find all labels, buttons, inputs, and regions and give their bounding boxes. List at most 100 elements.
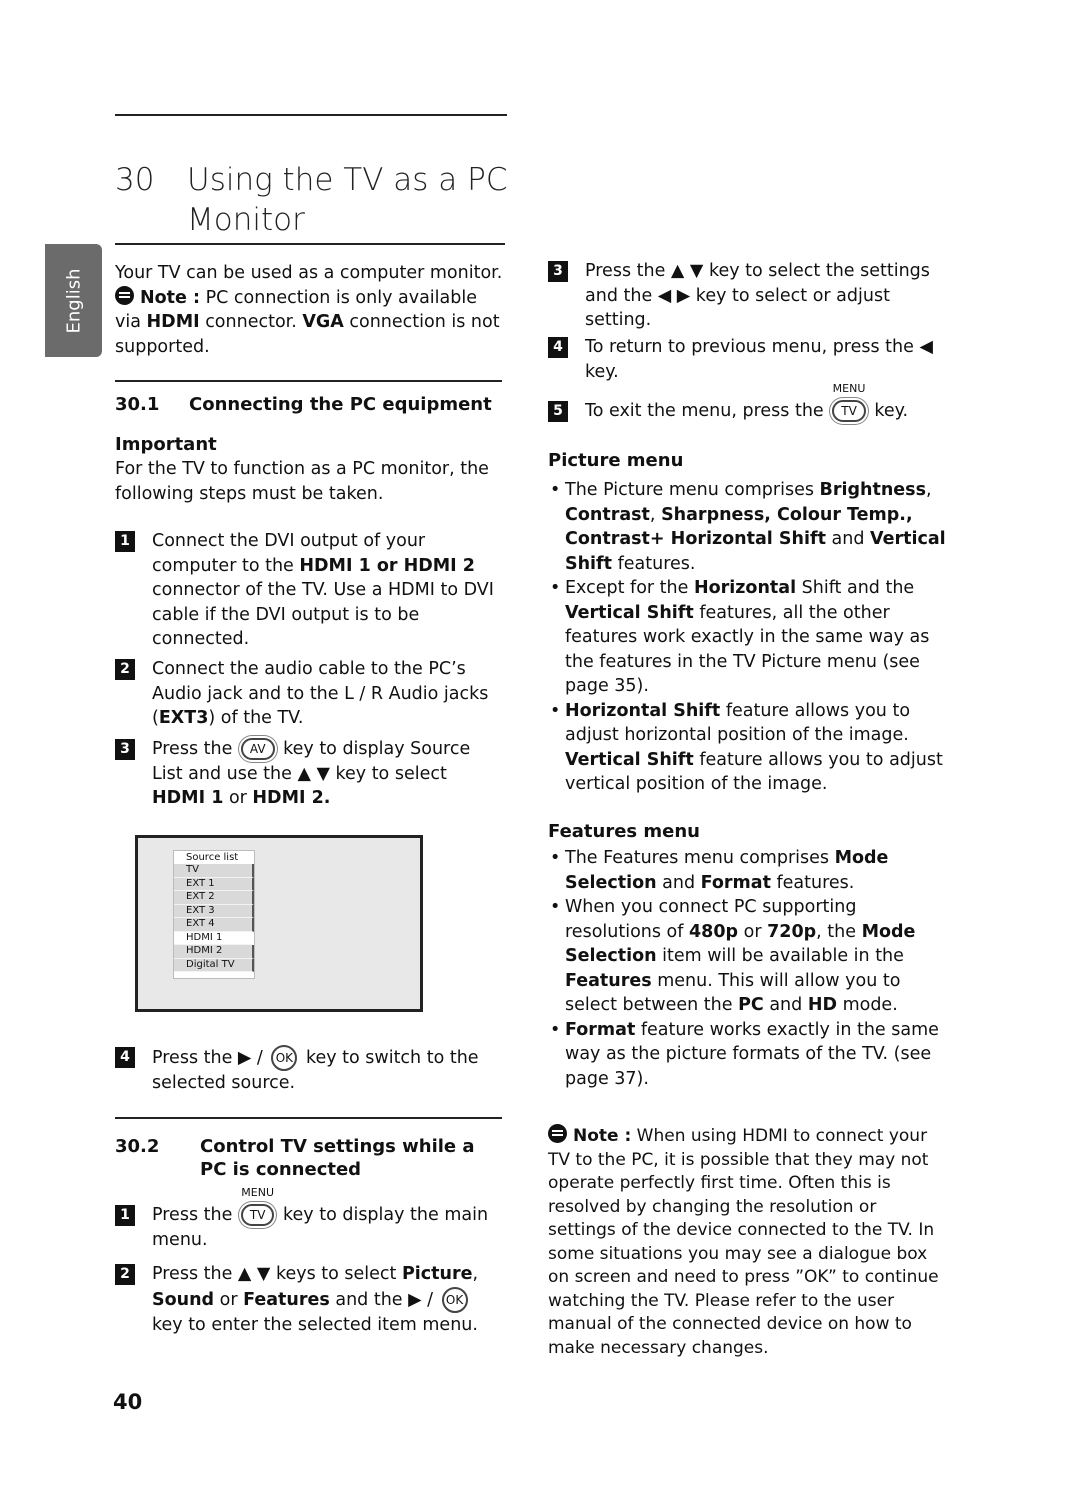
step-item: 2 Connect the audio cable to the PC’s Au… xyxy=(115,657,505,731)
note-bold: VGA xyxy=(302,312,344,332)
picture-menu-heading: Picture menu xyxy=(548,450,684,471)
item-text: The Features menu comprises xyxy=(565,848,835,868)
tv-screen-illustration: Source list TV EXT 1 EXT 2 EXT 3 EXT 4 H… xyxy=(135,835,423,1012)
menu-key-label: MENU xyxy=(241,1186,275,1199)
note-text: connector. xyxy=(199,312,303,332)
step-text: or xyxy=(214,1289,244,1310)
section-title: Connecting the PC equipment xyxy=(189,394,492,415)
note-icon xyxy=(548,1124,567,1143)
chapter-title-line1: Using the TV as a PC xyxy=(187,162,508,198)
step-badge: 4 xyxy=(115,1047,135,1068)
step-text: and the ▶ / xyxy=(329,1289,439,1310)
av-key-icon: AV xyxy=(240,738,275,760)
step-bold: Picture xyxy=(401,1264,473,1284)
item-text: or xyxy=(738,921,768,942)
source-list-footer xyxy=(174,972,254,978)
important-text: For the TV to function as a PC monitor, … xyxy=(115,459,489,504)
item-text: features. xyxy=(770,872,855,893)
step-text: or xyxy=(223,788,253,808)
list-item: The Picture menu comprises Brightness, C… xyxy=(548,478,948,576)
item-text: item will be available in the xyxy=(656,946,904,966)
note-label: Note : xyxy=(140,287,200,308)
step-bold: Features xyxy=(243,1289,330,1310)
intro-text: Your TV can be used as a computer monito… xyxy=(115,263,503,283)
item-bold: Contrast xyxy=(565,504,650,525)
step-item: 4 To return to previous menu, press the … xyxy=(548,335,948,384)
item-text: and xyxy=(656,872,701,893)
step-bold: HDMI 1 or HDMI 2 xyxy=(299,555,475,576)
step-text: ) of the TV. xyxy=(208,708,304,728)
step-text: connector of the TV. Use a HDMI to DVI c… xyxy=(152,580,494,649)
source-list-item: EXT 2 xyxy=(174,891,254,905)
step-text: To return to previous menu, press the ◀ … xyxy=(585,337,933,382)
list-item: Except for the Horizontal Shift and the … xyxy=(548,576,948,699)
item-bold: 720p xyxy=(767,921,817,942)
step-badge: 3 xyxy=(115,739,135,760)
chapter-number: 30 xyxy=(115,162,155,198)
page-number: 40 xyxy=(113,1390,143,1414)
step-text: Press the xyxy=(152,1205,238,1225)
item-text: , the xyxy=(816,921,862,942)
step-badge: 1 xyxy=(115,531,135,552)
item-bold: Vertical Shift xyxy=(565,602,694,623)
source-list-header: Source list xyxy=(174,851,254,864)
step-text: , xyxy=(472,1264,479,1284)
step-item: 2 Press the ▲ ▼ keys to select Picture, … xyxy=(115,1262,505,1337)
item-bold: Horizontal xyxy=(693,578,797,598)
important-label: Important xyxy=(115,434,217,455)
language-tab: English xyxy=(45,244,102,357)
step-badge: 4 xyxy=(548,337,568,358)
step-text: key to enter the selected item menu. xyxy=(152,1314,478,1335)
intro-paragraph: Your TV can be used as a computer monito… xyxy=(115,261,505,359)
item-text: and xyxy=(763,995,808,1015)
step-text: Press the xyxy=(152,739,238,759)
item-bold: Vertical Shift xyxy=(565,749,694,770)
top-rule xyxy=(115,114,507,116)
source-list-item: EXT 3 xyxy=(174,904,254,918)
step-text: Press the ▲ ▼ key to select the settings… xyxy=(585,261,930,330)
list-item: Format feature works exactly in the same… xyxy=(548,1018,948,1092)
section1-heading: 30.1 Connecting the PC equipment xyxy=(115,394,505,415)
item-text: The Picture menu comprises xyxy=(565,480,820,500)
item-bold: Horizontal Shift xyxy=(565,700,721,721)
source-list-item: EXT 1 xyxy=(174,877,254,891)
step-badge: 2 xyxy=(115,659,135,680)
item-bold: Features xyxy=(565,970,652,991)
section2-rule xyxy=(115,1117,502,1119)
source-list-item-selected: HDMI 1 xyxy=(174,931,254,945)
item-text: , xyxy=(926,480,932,500)
section1-rule xyxy=(115,380,502,382)
source-list-item: Digital TV xyxy=(174,958,254,972)
note-bold: HDMI xyxy=(146,312,200,332)
step-text: Press the ▶ / xyxy=(152,1048,269,1068)
step-bold: Sound xyxy=(152,1289,215,1310)
item-text: Except for the xyxy=(565,578,694,598)
section2-heading: 30.2 Control TV settings while a PC is co… xyxy=(115,1135,505,1181)
note-label: Note : xyxy=(573,1126,632,1146)
step-badge: 3 xyxy=(548,261,568,282)
step-item: 4 Press the ▶ / OK key to switch to the … xyxy=(115,1045,505,1096)
features-menu-list: The Features menu comprises Mode Selecti… xyxy=(548,846,948,1091)
source-list-item: HDMI 2 xyxy=(174,945,254,959)
intro-note: Note : PC connection is only available v… xyxy=(115,285,505,360)
menu-tv-key-icon: TV xyxy=(240,1204,275,1226)
item-bold: Format xyxy=(565,1019,636,1040)
source-list-menu: Source list TV EXT 1 EXT 2 EXT 3 EXT 4 H… xyxy=(173,850,255,979)
ok-key-icon: OK xyxy=(441,1286,468,1313)
step-bold: HDMI 2. xyxy=(252,788,331,808)
step-item: 3 Press the AV key to display Source Lis… xyxy=(115,737,505,811)
list-item: When you connect PC supporting resolutio… xyxy=(548,895,948,1018)
step-item: 5 To exit the menu, press the MENU TV key… xyxy=(548,382,948,424)
item-text: features. xyxy=(612,553,696,574)
step-badge: 5 xyxy=(548,401,568,422)
note-icon xyxy=(115,285,134,305)
features-menu-heading: Features menu xyxy=(548,821,700,842)
hdmi-note: Note : When using HDMI to connect your T… xyxy=(548,1124,948,1360)
item-bold: Brightness xyxy=(819,480,927,500)
menu-tv-key-icon: TV xyxy=(832,400,866,422)
item-text: and xyxy=(825,529,870,549)
item-text: , xyxy=(649,504,662,525)
item-text: mode. xyxy=(837,995,898,1015)
step-text: Press the ▲ ▼ keys to select xyxy=(152,1264,402,1284)
source-list-item: TV xyxy=(174,864,254,878)
